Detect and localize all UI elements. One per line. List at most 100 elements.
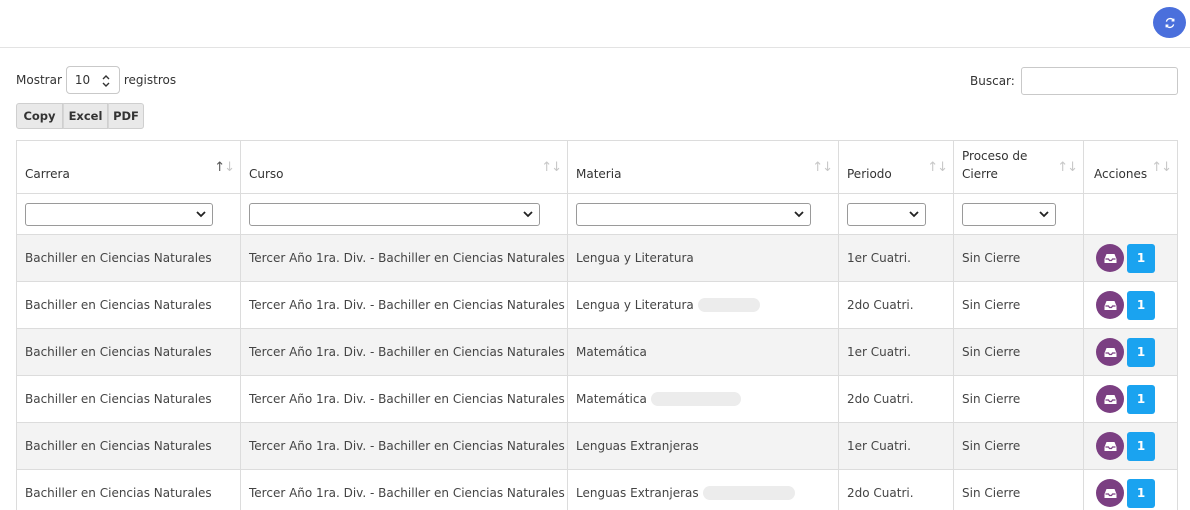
inbox-button[interactable] bbox=[1096, 385, 1124, 413]
chevron-down-icon bbox=[1039, 210, 1049, 217]
chevron-down-icon bbox=[196, 210, 206, 217]
data-table: Carrera ↑↓ Curso ↑↓ Materia ↑↓ Periodo ↑↓ Pr… bbox=[16, 140, 1178, 510]
cell-acciones: 1 bbox=[1083, 281, 1178, 329]
cell-periodo: 2do Cuatri. bbox=[838, 281, 954, 329]
count-badge-button[interactable]: 1 bbox=[1127, 478, 1155, 508]
refresh-button[interactable] bbox=[1153, 7, 1186, 38]
table-row: Bachiller en Ciencias Naturales Tercer A… bbox=[16, 328, 1178, 376]
cell-curso: Tercer Año 1ra. Div. - Bachiller en Cien… bbox=[240, 328, 568, 376]
cell-acciones: 1 bbox=[1083, 234, 1178, 282]
inbox-button[interactable] bbox=[1096, 291, 1124, 319]
column-header-periodo[interactable]: Periodo ↑↓ bbox=[838, 140, 954, 194]
filter-row bbox=[16, 193, 1178, 235]
search-input[interactable] bbox=[1020, 67, 1178, 95]
filter-cierre-select[interactable] bbox=[962, 202, 1056, 226]
sort-arrows-icon: ↑↓ bbox=[1151, 160, 1172, 175]
cell-periodo: 2do Cuatri. bbox=[838, 469, 954, 510]
row-actions: 1 bbox=[1092, 431, 1169, 461]
cell-carrera: Bachiller en Ciencias Naturales bbox=[16, 422, 241, 470]
chevron-down-icon bbox=[909, 210, 919, 217]
cell-cierre: Sin Cierre bbox=[953, 375, 1084, 423]
table-row: Bachiller en Ciencias Naturales Tercer A… bbox=[16, 469, 1178, 510]
table-row: Bachiller en Ciencias Naturales Tercer A… bbox=[16, 422, 1178, 470]
inbox-button[interactable] bbox=[1096, 432, 1124, 460]
sort-arrows-icon: ↑↓ bbox=[927, 160, 948, 175]
refresh-icon bbox=[1165, 17, 1174, 28]
cell-materia: Lenguas Extranjeras bbox=[567, 469, 839, 510]
cell-curso: Tercer Año 1ra. Div. - Bachiller en Cien… bbox=[240, 234, 568, 282]
cell-cierre: Sin Cierre bbox=[953, 422, 1084, 470]
cell-curso: Tercer Año 1ra. Div. - Bachiller en Cien… bbox=[240, 422, 568, 470]
search-label: Buscar: bbox=[970, 74, 1015, 88]
filter-materia-select[interactable] bbox=[576, 202, 811, 226]
chevron-down-icon bbox=[794, 210, 804, 217]
cell-cierre: Sin Cierre bbox=[953, 234, 1084, 282]
cell-carrera: Bachiller en Ciencias Naturales bbox=[16, 281, 241, 329]
column-label: Proceso de Cierre bbox=[962, 149, 1028, 181]
redacted-blur bbox=[650, 392, 741, 407]
cell-materia: Lengua y Literatura bbox=[567, 281, 839, 329]
sort-arrows-icon: ↑↓ bbox=[214, 160, 235, 175]
column-label: Materia bbox=[576, 167, 622, 181]
cell-materia: Matemática bbox=[567, 375, 839, 423]
cell-carrera: Bachiller en Ciencias Naturales bbox=[16, 328, 241, 376]
column-header-cierre[interactable]: Proceso de Cierre ↑↓ bbox=[953, 140, 1084, 194]
sort-arrows-icon: ↑↓ bbox=[1057, 160, 1078, 175]
row-actions: 1 bbox=[1092, 337, 1169, 367]
cell-periodo: 1er Cuatri. bbox=[838, 234, 954, 282]
column-label: Carrera bbox=[25, 167, 70, 181]
inbox-icon bbox=[1104, 347, 1116, 357]
count-badge-button[interactable]: 1 bbox=[1127, 337, 1155, 367]
table-row: Bachiller en Ciencias Naturales Tercer A… bbox=[16, 234, 1178, 282]
inbox-button[interactable] bbox=[1096, 338, 1124, 366]
column-label: Curso bbox=[249, 167, 284, 181]
sort-arrows-icon: ↑↓ bbox=[812, 160, 833, 175]
copy-button[interactable]: Copy bbox=[16, 103, 63, 129]
cell-cierre: Sin Cierre bbox=[953, 328, 1084, 376]
cell-periodo: 2do Cuatri. bbox=[838, 375, 954, 423]
cell-materia: Lenguas Extranjeras bbox=[567, 422, 839, 470]
cell-curso: Tercer Año 1ra. Div. - Bachiller en Cien… bbox=[240, 281, 568, 329]
filter-periodo-select[interactable] bbox=[847, 202, 926, 226]
column-header-materia[interactable]: Materia ↑↓ bbox=[567, 140, 839, 194]
cell-carrera: Bachiller en Ciencias Naturales bbox=[16, 234, 241, 282]
materia-text: Matemática bbox=[576, 391, 647, 406]
inbox-icon bbox=[1104, 488, 1116, 498]
cell-curso: Tercer Año 1ra. Div. - Bachiller en Cien… bbox=[240, 375, 568, 423]
column-label: Acciones bbox=[1094, 167, 1148, 181]
excel-button[interactable]: Excel bbox=[63, 103, 108, 129]
cell-periodo: 1er Cuatri. bbox=[838, 328, 954, 376]
row-actions: 1 bbox=[1092, 290, 1169, 320]
row-actions: 1 bbox=[1092, 384, 1169, 414]
count-badge-button[interactable]: 1 bbox=[1127, 384, 1155, 414]
count-badge-button[interactable]: 1 bbox=[1127, 243, 1155, 273]
page-length-value: 10 bbox=[74, 73, 91, 87]
inbox-button[interactable] bbox=[1096, 479, 1124, 507]
count-badge-button[interactable]: 1 bbox=[1127, 290, 1155, 320]
inbox-icon bbox=[1104, 253, 1116, 263]
column-header-carrera[interactable]: Carrera ↑↓ bbox=[16, 140, 241, 194]
length-suffix: registros bbox=[123, 73, 177, 87]
column-header-curso[interactable]: Curso ↑↓ bbox=[240, 140, 568, 194]
page-length-select[interactable]: 10 bbox=[65, 66, 120, 94]
row-actions: 1 bbox=[1092, 478, 1169, 508]
cell-cierre: Sin Cierre bbox=[953, 281, 1084, 329]
filter-carrera-select[interactable] bbox=[25, 202, 213, 226]
column-header-acciones[interactable]: Acciones ↑↓ bbox=[1083, 140, 1178, 194]
top-bar bbox=[0, 0, 1190, 48]
chevron-down-icon bbox=[523, 210, 533, 217]
count-badge-button[interactable]: 1 bbox=[1127, 431, 1155, 461]
pdf-button[interactable]: PDF bbox=[108, 103, 144, 129]
length-menu: Mostrar 10 registros bbox=[16, 66, 176, 94]
filter-empty-cell bbox=[1083, 193, 1178, 235]
cell-acciones: 1 bbox=[1083, 328, 1178, 376]
filter-curso-select[interactable] bbox=[249, 202, 540, 226]
column-label: Periodo bbox=[847, 167, 892, 181]
inbox-icon bbox=[1104, 300, 1116, 310]
cell-materia: Matemática bbox=[567, 328, 839, 376]
length-prefix: Mostrar bbox=[16, 73, 62, 87]
cell-carrera: Bachiller en Ciencias Naturales bbox=[16, 469, 241, 510]
inbox-button[interactable] bbox=[1096, 244, 1124, 272]
cell-acciones: 1 bbox=[1083, 375, 1178, 423]
redacted-blur bbox=[697, 298, 760, 313]
